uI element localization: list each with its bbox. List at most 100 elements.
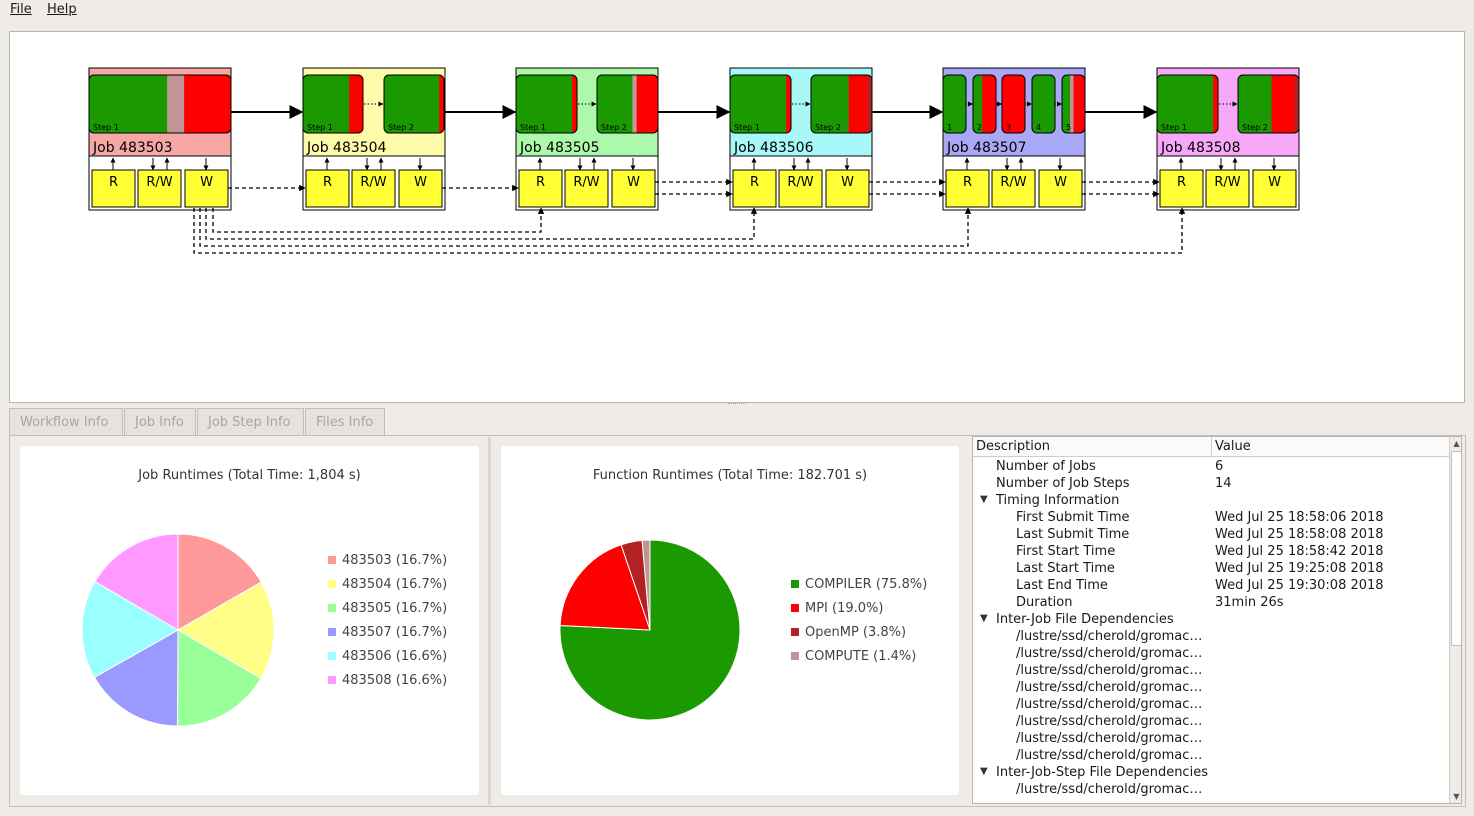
step-number-label: 5 [1066,123,1071,132]
tree-row-description: /lustre/ssd/cherold/gromac… [1016,697,1203,712]
legend-swatch [328,556,336,564]
file-label: R/W [146,175,172,190]
file-dependency-arrow [212,207,545,233]
file-label: W [841,175,854,190]
file-label: R/W [360,175,386,190]
tree-row[interactable]: /lustre/ssd/cherold/gromac… [973,646,1449,663]
scroll-down-icon[interactable]: ▼ [1450,790,1461,803]
tree-row-description: /lustre/ssd/cherold/gromac… [1016,748,1203,763]
function-runtimes-pie [559,539,741,721]
scrollbar-thumb[interactable] [1451,451,1461,646]
column-header-description[interactable]: Description [973,437,1212,457]
tree-row[interactable]: /lustre/ssd/cherold/gromac… [973,782,1449,799]
runtime-segment [632,75,638,133]
tree-row[interactable]: /lustre/ssd/cherold/gromac… [973,629,1449,646]
tree-row[interactable]: First Start Time Wed Jul 25 18:58:42 2018 [973,544,1449,561]
menu-help[interactable]: Help [47,2,77,17]
legend-label: 483507 (16.7%) [342,625,448,640]
workflow-graph-panel[interactable]: Job 483503 R R/W W Job 483504 R R/W W Job 483505… [9,31,1465,403]
tree-scrollbar[interactable]: ▲ ▼ [1449,437,1461,803]
job-label: Job 483505 [519,140,599,156]
tab-job-info[interactable]: Job Info [124,408,196,435]
legend-label: MPI (19.0%) [805,601,884,616]
legend-item: MPI (19.0%) [791,601,883,616]
legend-swatch [791,628,799,636]
file-dependency-arrow [205,207,758,240]
legend-label: 483503 (16.7%) [342,553,448,568]
tree-row[interactable]: /lustre/ssd/cherold/gromac… [973,731,1449,748]
tree-row[interactable]: /lustre/ssd/cherold/gromac… [973,680,1449,697]
column-header-value[interactable]: Value [1212,437,1449,457]
expand-arrow-icon[interactable]: ▼ [980,494,988,505]
file-label: R [1177,175,1186,190]
step-label: Step 2 [601,123,627,132]
tree-row[interactable]: /lustre/ssd/cherold/gromac… [973,748,1449,765]
menu-file[interactable]: File [10,2,32,17]
legend-label: COMPUTE (1.4%) [805,649,917,664]
tree-row[interactable]: ▼ Timing Information [973,493,1449,510]
job-label: Job 483504 [306,140,387,156]
vertical-splitter[interactable] [488,437,491,805]
tree-row[interactable]: Last End Time Wed Jul 25 19:30:08 2018 [973,578,1449,595]
file-label: W [1268,175,1281,190]
tree-row[interactable]: Number of Jobs 6 [973,459,1449,476]
tree-row[interactable]: First Submit Time Wed Jul 25 18:58:06 201… [973,510,1449,527]
expand-arrow-icon[interactable]: ▼ [980,613,988,624]
tree-row-description: Last Submit Time [1016,527,1130,542]
legend-swatch [791,652,799,660]
runtime-segment [1271,75,1296,133]
tree-row-value: 6 [1215,459,1224,474]
runtime-segment [1073,75,1085,133]
tree-row-value: Wed Jul 25 18:58:06 2018 [1215,510,1384,525]
tree-row-description: /lustre/ssd/cherold/gromac… [1016,629,1203,644]
horizontal-splitter-handle[interactable] [728,403,746,406]
legend-label: 483506 (16.6%) [342,649,448,664]
legend-label: OpenMP (3.8%) [805,625,907,640]
step-number-label: 1 [947,123,952,132]
legend-swatch [328,604,336,612]
job-runtimes-pie [81,533,275,727]
step-label: Step 2 [388,123,414,132]
legend-label: COMPILER (75.8%) [805,577,928,592]
tree-row[interactable]: Number of Job Steps 14 [973,476,1449,493]
tree-row[interactable]: /lustre/ssd/cherold/gromac… [973,663,1449,680]
expand-arrow-icon[interactable]: ▼ [980,766,988,777]
legend-item: OpenMP (3.8%) [791,625,906,640]
legend-item: 483507 (16.7%) [328,625,447,640]
file-label: R/W [787,175,813,190]
tab-job-step-info[interactable]: Job Step Info [197,408,304,435]
tree-row[interactable]: /lustre/ssd/cherold/gromac… [973,714,1449,731]
tree-row[interactable]: /lustre/ssd/cherold/gromac… [973,697,1449,714]
workflow-info-tree[interactable]: Description Value Number of Jobs 6 Number … [972,436,1462,804]
legend-swatch [791,580,799,588]
tree-row[interactable]: ▼ Inter-Job File Dependencies [973,612,1449,629]
job-label: Job 483503 [92,140,172,156]
tree-row[interactable]: Duration 31min 26s [973,595,1449,612]
runtime-segment [184,75,231,133]
tree-row[interactable]: Last Submit Time Wed Jul 25 18:58:08 2018 [973,527,1449,544]
legend-item: 483505 (16.7%) [328,601,447,616]
file-label: R [109,175,118,190]
legend-swatch [791,604,799,612]
tree-row[interactable]: ▼ Inter-Job-Step File Dependencies [973,765,1449,782]
file-label: W [414,175,427,190]
tree-row-description: Inter-Job-Step File Dependencies [996,765,1208,780]
legend-item: 483508 (16.6%) [328,673,447,688]
tree-row-description: First Start Time [1016,544,1116,559]
legend-swatch [328,676,336,684]
tree-row-description: /lustre/ssd/cherold/gromac… [1016,714,1203,729]
scroll-up-icon[interactable]: ▲ [1450,437,1461,450]
tab-files-info[interactable]: Files Info [305,408,385,435]
legend-swatch [328,628,336,636]
legend-label: 483505 (16.7%) [342,601,448,616]
legend-swatch [328,652,336,660]
file-label: W [200,175,213,190]
tab-workflow-info[interactable]: Workflow Info [9,408,123,435]
workflow-graph[interactable]: Job 483503 R R/W W Job 483504 R R/W W Job 483505… [10,32,1464,402]
tree-row-description: /lustre/ssd/cherold/gromac… [1016,680,1203,695]
tree-row-description: /lustre/ssd/cherold/gromac… [1016,731,1203,746]
job-label: Job 483506 [733,140,814,156]
file-label: R/W [573,175,599,190]
tree-row[interactable]: Last Start Time Wed Jul 25 19:25:08 2018 [973,561,1449,578]
file-label: R [536,175,545,190]
